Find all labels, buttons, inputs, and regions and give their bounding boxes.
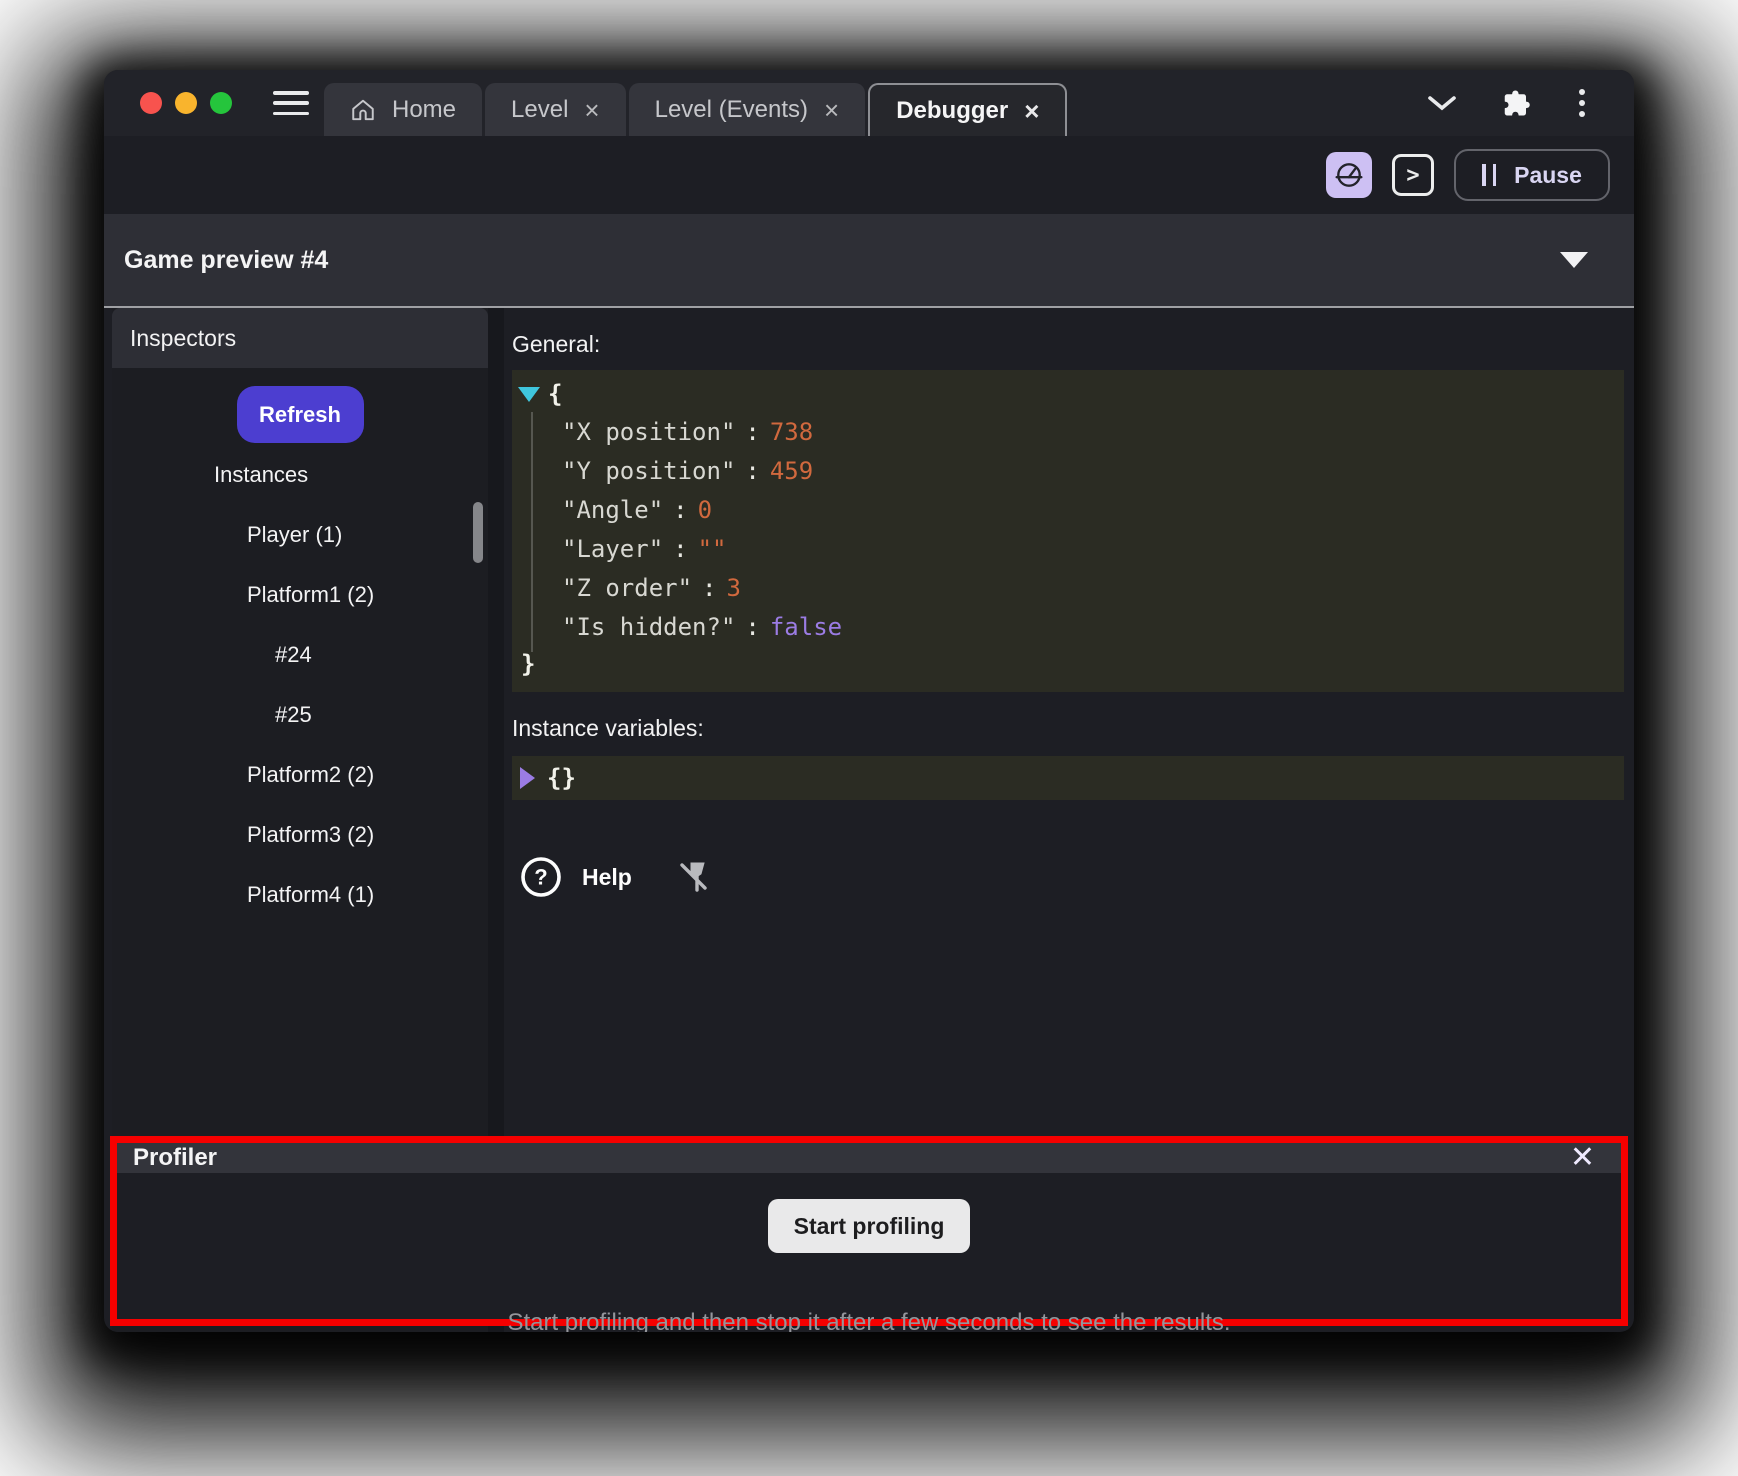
extensions-puzzle-icon[interactable] xyxy=(1501,88,1531,118)
close-tab-icon[interactable]: × xyxy=(824,97,839,123)
menu-icon[interactable] xyxy=(273,87,309,119)
tree-item-platform3[interactable]: Platform3 (2) xyxy=(112,805,488,865)
tree-item-instances[interactable]: Instances xyxy=(112,445,488,505)
json-line: "Layer":"" xyxy=(512,529,1624,568)
close-tab-icon[interactable]: × xyxy=(584,97,599,123)
json-line: "Y position":459 xyxy=(512,451,1624,490)
expand-expander-icon[interactable] xyxy=(520,767,535,789)
general-json-view: { "X position":738 "Y position":459 "Ang… xyxy=(512,370,1624,692)
tab-level[interactable]: Level × xyxy=(485,83,626,136)
json-line: "X position":738 xyxy=(512,412,1624,451)
json-line: "Is hidden?":false xyxy=(512,607,1624,646)
profiler-panel: Profiler ✕ Start profiling Start profili… xyxy=(110,1136,1628,1326)
tab-label: Level (Events) xyxy=(655,96,808,124)
minimize-window-icon[interactable] xyxy=(175,92,197,114)
variables-value: {} xyxy=(547,764,576,792)
tab-home[interactable]: Home xyxy=(324,83,482,136)
inspectors-header: Inspectors xyxy=(112,308,488,368)
fullscreen-window-icon[interactable] xyxy=(210,92,232,114)
profiler-body: Start profiling Start profiling and then… xyxy=(117,1173,1621,1332)
tree-item-player[interactable]: Player (1) xyxy=(112,505,488,565)
profiler-gauge-icon xyxy=(1334,160,1364,190)
tree-item-24[interactable]: #24 xyxy=(112,625,488,685)
sidebar-scrollbar[interactable] xyxy=(473,502,483,563)
close-tab-icon[interactable]: × xyxy=(1024,98,1039,124)
help-question-icon: ? xyxy=(520,856,562,898)
tab-debugger[interactable]: Debugger × xyxy=(868,83,1067,136)
chevron-down-icon[interactable] xyxy=(1427,94,1457,112)
dropdown-arrow-icon xyxy=(1560,252,1588,268)
tree-item-platform4[interactable]: Platform4 (1) xyxy=(112,865,488,925)
collapse-expander-icon[interactable] xyxy=(518,387,540,402)
help-label: Help xyxy=(582,864,632,891)
svg-text:?: ? xyxy=(534,865,547,890)
tab-label: Debugger xyxy=(896,97,1008,125)
game-preview-selector[interactable]: Game preview #4 xyxy=(104,214,1634,306)
pause-button[interactable]: Pause xyxy=(1454,149,1610,201)
pause-icon xyxy=(1482,164,1496,186)
json-line: "Angle":0 xyxy=(512,490,1624,529)
kebab-menu-icon[interactable] xyxy=(1575,85,1589,121)
titlebar-actions xyxy=(1427,70,1589,136)
pause-button-label: Pause xyxy=(1514,162,1582,189)
tree-item-platform1[interactable]: Platform1 (2) xyxy=(112,565,488,625)
console-icon: > xyxy=(1406,163,1419,188)
instance-variables-view: {} xyxy=(512,756,1624,800)
game-preview-title: Game preview #4 xyxy=(124,246,328,275)
tab-bar: Home Level × Level (Events) × Debugger × xyxy=(324,83,1067,136)
profiler-toggle-button[interactable] xyxy=(1326,152,1372,198)
console-button[interactable]: > xyxy=(1392,154,1434,196)
close-profiler-icon[interactable]: ✕ xyxy=(1570,1143,1595,1173)
help-button[interactable]: ? Help xyxy=(520,856,632,898)
refresh-button[interactable]: Refresh xyxy=(237,386,364,443)
traffic-lights xyxy=(140,70,232,136)
indent-guide xyxy=(531,412,533,652)
tree-item-25[interactable]: #25 xyxy=(112,685,488,745)
instances-tree: Instances Player (1) Platform1 (2) #24 #… xyxy=(112,445,488,925)
instance-variables-label: Instance variables: xyxy=(512,710,1624,746)
profiler-header: Profiler ✕ xyxy=(117,1143,1621,1173)
profiler-title: Profiler xyxy=(133,1144,217,1172)
tab-label: Level xyxy=(511,96,568,124)
close-brace: } xyxy=(521,650,535,678)
profiler-description: Start profiling and then stop it after a… xyxy=(507,1309,1230,1332)
start-profiling-button[interactable]: Start profiling xyxy=(768,1199,971,1253)
unpin-icon[interactable] xyxy=(674,857,714,897)
tab-level-events[interactable]: Level (Events) × xyxy=(629,83,866,136)
title-bar: Home Level × Level (Events) × Debugger × xyxy=(104,70,1634,136)
open-brace: { xyxy=(548,380,562,408)
close-window-icon[interactable] xyxy=(140,92,162,114)
content-area: Inspectors Refresh Instances Player (1) … xyxy=(104,308,1634,1332)
general-label: General: xyxy=(512,326,1624,362)
json-line: "Z order":3 xyxy=(512,568,1624,607)
tab-label: Home xyxy=(392,96,456,124)
debugger-toolbar: > Pause xyxy=(104,136,1634,214)
debugger-window: Home Level × Level (Events) × Debugger × xyxy=(104,70,1634,1332)
tree-item-platform2[interactable]: Platform2 (2) xyxy=(112,745,488,805)
help-row: ? Help xyxy=(512,856,1624,898)
home-icon xyxy=(350,97,376,123)
